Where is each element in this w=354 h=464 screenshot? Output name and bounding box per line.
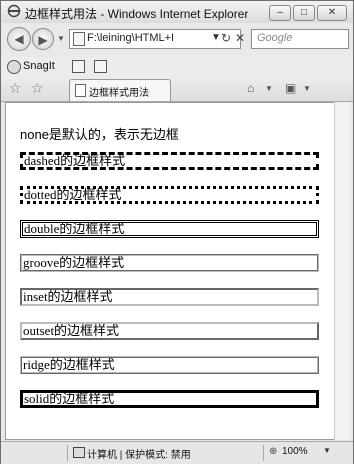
minimize-icon: –: [277, 7, 283, 18]
browser-window: 边框样式用法 - Windows Internet Explorer – □ ✕…: [0, 0, 354, 464]
status-divider: [263, 445, 264, 461]
outset-border-box: outset的边框样式: [20, 322, 319, 340]
snagit-icon: [7, 60, 21, 74]
history-dropdown-icon[interactable]: ▼: [57, 34, 65, 43]
groove-border-box: groove的边框样式: [20, 254, 319, 272]
zoom-icon: ⊕: [269, 446, 278, 457]
page-icon: [75, 84, 86, 97]
security-zone[interactable]: 计算机 | 保护模式: 禁用: [87, 446, 191, 461]
snagit-button[interactable]: SnagIt: [23, 60, 55, 72]
status-bar: 计算机 | 保护模式: 禁用 ⊕ 100% ▼: [1, 441, 353, 464]
address-text: F:\leining\HTML+I: [87, 32, 175, 44]
feeds-dropdown-icon[interactable]: ▼: [303, 84, 311, 93]
forward-button[interactable]: ▶: [32, 28, 54, 50]
zoom-level[interactable]: 100%: [282, 446, 308, 457]
dotted-border-box: dotted的边框样式: [20, 186, 319, 204]
inset-border-box: inset的边框样式: [20, 288, 319, 306]
forward-icon: ▶: [38, 33, 48, 47]
tab-bar: ☆ ☆ 边框样式用法 ⌂ ▼ ▣ ▼: [1, 77, 353, 102]
capture-icon[interactable]: [72, 60, 85, 73]
ridge-border-box: ridge的边框样式: [20, 356, 319, 374]
snagit-toolbar: SnagIt: [1, 57, 353, 77]
close-button[interactable]: ✕: [317, 5, 347, 21]
address-field[interactable]: F:\leining\HTML+I ▼: [69, 29, 241, 49]
tab-label: 边框样式用法: [89, 88, 149, 99]
back-button[interactable]: ◀: [7, 27, 31, 51]
tab-current[interactable]: 边框样式用法: [69, 79, 171, 101]
vertical-scrollbar[interactable]: [334, 102, 350, 440]
feeds-icon[interactable]: ▣: [285, 81, 296, 95]
page-content: none是默认的，表示无边框 dashed的边框样式 dotted的边框样式 d…: [5, 102, 335, 440]
home-icon[interactable]: ⌂: [247, 81, 254, 95]
search-placeholder: Google: [257, 32, 293, 44]
home-dropdown-icon[interactable]: ▼: [265, 84, 273, 93]
address-toolbar: ◀ ▶ ▼ F:\leining\HTML+I ▼ ↻ ✕ Google: [1, 23, 353, 57]
search-field[interactable]: Google: [251, 29, 349, 49]
capture-window-icon[interactable]: [94, 60, 107, 73]
ie-icon: [7, 4, 21, 18]
solid-border-box: solid的边框样式: [20, 390, 319, 408]
stop-icon[interactable]: ✕: [232, 30, 248, 46]
double-border-box: double的边框样式: [20, 220, 319, 238]
favorites-star-icon[interactable]: ☆: [9, 80, 22, 97]
status-divider: [67, 445, 68, 461]
zoom-dropdown-icon[interactable]: ▼: [323, 446, 331, 455]
maximize-icon: □: [300, 7, 308, 18]
add-favorites-icon[interactable]: ☆: [31, 80, 44, 97]
back-icon: ◀: [14, 32, 24, 46]
computer-icon: [73, 447, 85, 458]
window-title: 边框样式用法 - Windows Internet Explorer: [25, 7, 249, 21]
dashed-border-box: dashed的边框样式: [20, 152, 319, 170]
minimize-button[interactable]: –: [269, 5, 291, 21]
page-icon: [73, 32, 85, 46]
title-bar: 边框样式用法 - Windows Internet Explorer – □ ✕: [1, 1, 353, 23]
close-icon: ✕: [327, 7, 337, 18]
none-border-text: none是默认的，表示无边框: [20, 127, 179, 142]
maximize-button[interactable]: □: [293, 5, 315, 21]
